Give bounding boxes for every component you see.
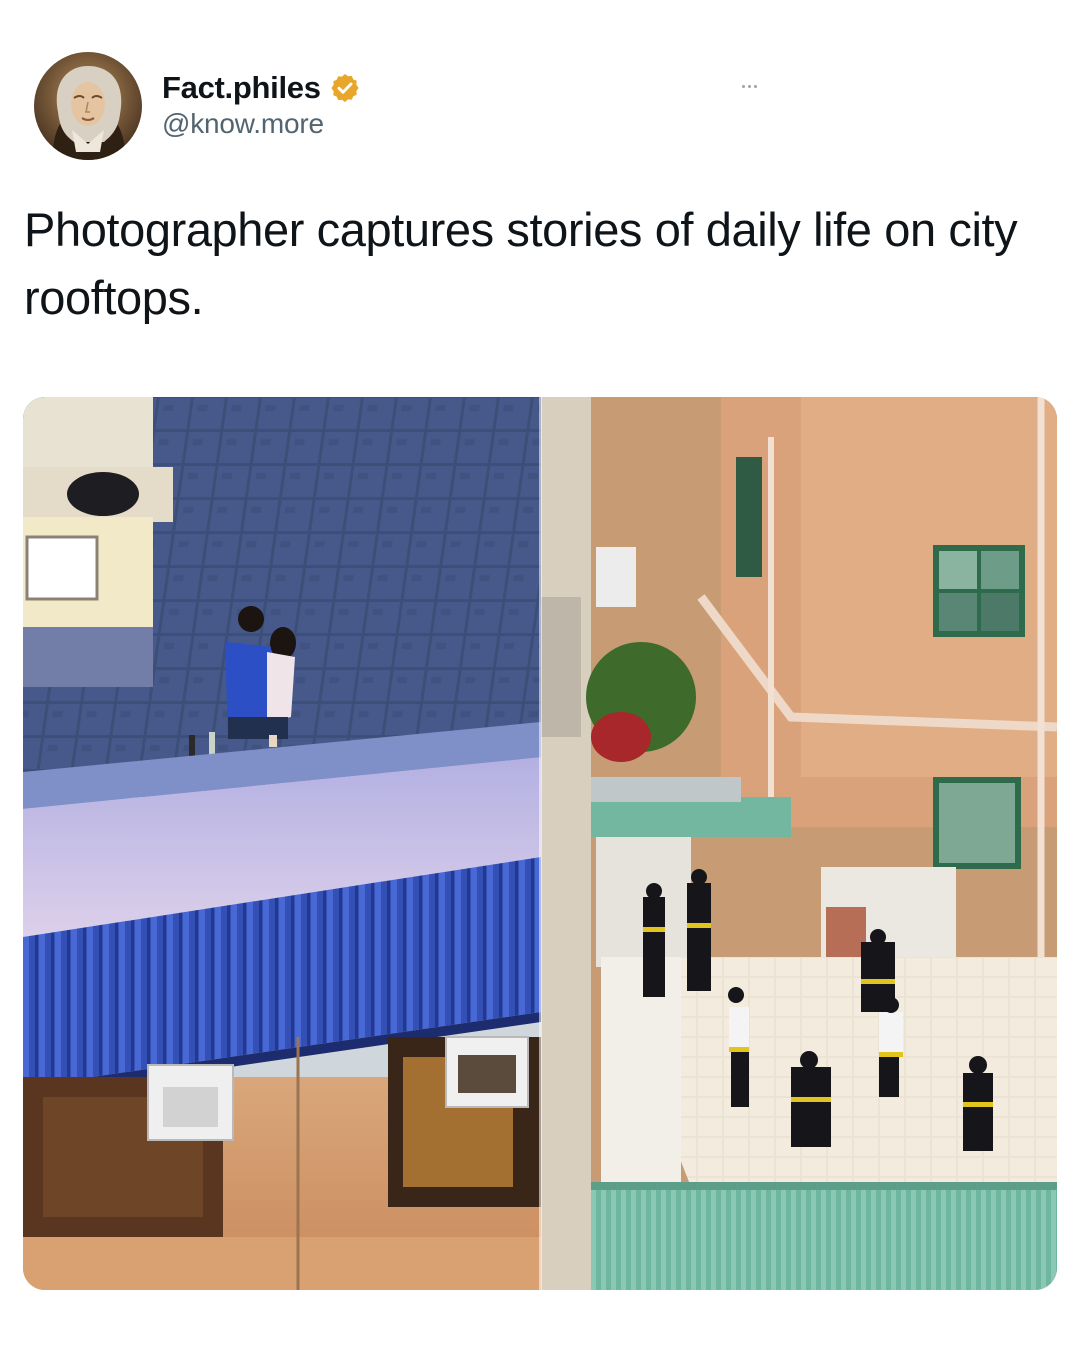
rooftop-kungfu-photo: [541, 397, 1057, 1290]
display-name[interactable]: Fact.philes: [162, 70, 321, 106]
verified-badge-icon: [329, 72, 361, 104]
avatar[interactable]: [34, 52, 142, 160]
user-info: Fact.philes @know.more: [162, 68, 361, 140]
more-options-icon[interactable]: [734, 76, 764, 96]
tweet-header: Fact.philes @know.more: [34, 52, 1046, 162]
avatar-portrait: [34, 52, 142, 160]
more-dot: [747, 84, 751, 88]
media-photo-right[interactable]: [541, 397, 1057, 1290]
more-dot: [753, 84, 757, 88]
tweet-text: Photographer captures stories of daily l…: [24, 203, 1018, 324]
display-name-row: Fact.philes: [162, 68, 361, 108]
tweet-media[interactable]: [23, 397, 1057, 1290]
media-photo-left[interactable]: [23, 397, 541, 1290]
media-divider: [539, 397, 542, 1290]
rooftop-couple-photo: [23, 397, 541, 1290]
more-dot: [741, 84, 745, 88]
user-handle[interactable]: @know.more: [162, 108, 361, 140]
